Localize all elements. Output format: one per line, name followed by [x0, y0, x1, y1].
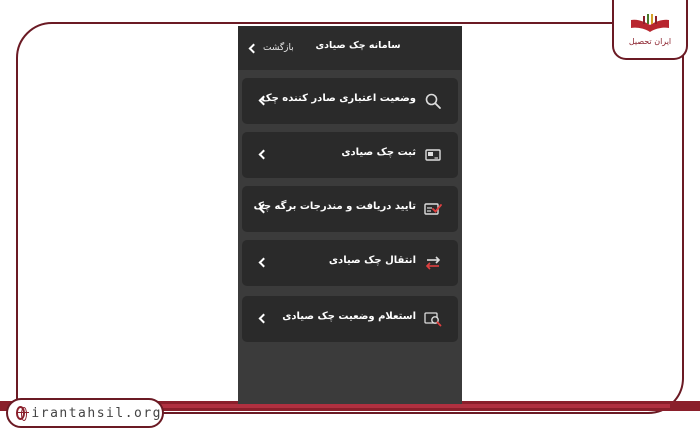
brand-logo: ایران تحصیل [612, 0, 688, 60]
search-icon [425, 93, 441, 109]
menu-item-label: انتقال چک صیادی [328, 255, 416, 266]
menu-item-credit-status[interactable]: وضعیت اعتباری صادر کننده چک [242, 78, 458, 124]
website-url: irantahsil.org [31, 405, 162, 421]
transfer-arrows-icon [425, 256, 441, 270]
chevron-icon [258, 149, 269, 160]
menu-item-label: تایید دریافت و مندرجات برگه چک [253, 201, 416, 212]
inquiry-search-icon [424, 312, 442, 327]
chevron-left-icon [248, 43, 259, 53]
back-button[interactable]: بازگشت [246, 39, 294, 57]
book-logo-icon [628, 12, 672, 34]
menu-item-transfer-check[interactable]: انتقال چک صیادی [242, 240, 458, 286]
globe-icon [16, 406, 30, 421]
logo-text: ایران تحصیل [628, 37, 672, 46]
menu-item-inquiry-check[interactable]: استعلام وضعیت چک صیادی [242, 296, 458, 342]
back-label: بازگشت [263, 43, 294, 53]
app-screen: بازگشت سامانه چک صیادی وضعیت اعتباری صاد… [238, 26, 462, 404]
menu-item-label: وضعیت اعتباری صادر کننده چک [261, 93, 416, 104]
top-bar: بازگشت سامانه چک صیادی [238, 26, 462, 70]
screen-title: سامانه چک صیادی [315, 40, 401, 51]
register-check-icon [425, 149, 441, 161]
menu-item-register-check[interactable]: ثبت چک صیادی [242, 132, 458, 178]
menu-item-approve-check[interactable]: تایید دریافت و مندرجات برگه چک [242, 186, 458, 232]
check-approve-icon [424, 203, 442, 215]
bottom-bar-accent [150, 404, 670, 408]
menu-item-label: استعلام وضعیت چک صیادی [282, 311, 416, 322]
chevron-icon [258, 257, 269, 268]
menu-item-label: ثبت چک صیادی [341, 147, 416, 158]
website-badge[interactable]: irantahsil.org [6, 398, 164, 428]
chevron-icon [258, 313, 269, 324]
